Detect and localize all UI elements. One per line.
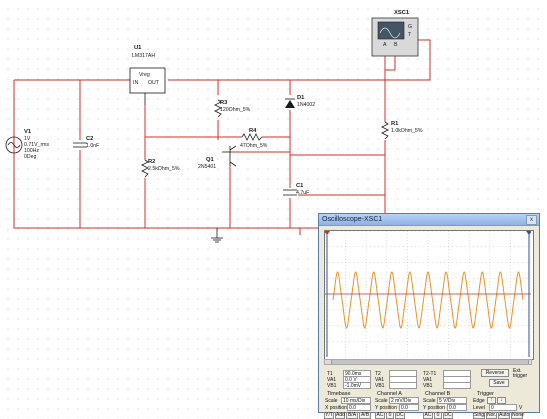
trigger-level-label: Level <box>473 405 485 411</box>
scrollbar-thumb[interactable] <box>331 360 529 364</box>
t2t1-valb-label: VB1 <box>423 383 432 389</box>
u1-ref: U1 <box>134 45 142 51</box>
r2-value: 2.5kOhm_5% <box>148 166 180 172</box>
capacitor-c2[interactable]: C2 1.0nF <box>72 136 99 150</box>
save-button[interactable]: Save <box>489 379 509 387</box>
timebase-scale-field[interactable]: 10 ms/Div <box>341 397 371 404</box>
timebase-scale-label: Scale <box>325 398 338 404</box>
channel-b-scale-field[interactable]: 5 V/Div <box>437 397 467 404</box>
channel-a-scale-label: Scale <box>375 398 388 404</box>
xsc1-pin-b: B <box>394 42 398 48</box>
reverse-button[interactable]: Reverse <box>481 369 509 377</box>
ground-symbol <box>211 228 223 242</box>
d1-ref: D1 <box>297 95 305 101</box>
xsc1-pin-a: A <box>383 42 387 48</box>
u1-pin-out: OUT <box>148 80 160 86</box>
t2t1-valb <box>443 382 471 389</box>
t1-valb: -1.0mV <box>343 382 371 389</box>
scope-horizontal-scrollbar[interactable] <box>324 359 532 365</box>
channel-b-scale-label: Scale <box>423 398 436 404</box>
trigger-edge-rising-button[interactable]: ↑ <box>487 397 496 404</box>
close-button[interactable]: x <box>526 215 537 225</box>
trigger-edge-label: Edge <box>473 398 485 404</box>
xsc1-ref: XSC1 <box>394 10 410 16</box>
v1-ref: V1 <box>24 129 32 135</box>
timebase-xpos-field[interactable]: 0.0 <box>347 404 371 411</box>
v1-line-3: 0Deg <box>24 154 37 160</box>
trigger-edge-falling-button[interactable]: ↓ <box>497 397 506 404</box>
c2-ref: C2 <box>86 136 93 142</box>
ac-source-v1[interactable]: V1 1V 0.71V_rms 100Hz 0Deg <box>6 129 49 160</box>
trigger-level-field[interactable]: 0 <box>489 404 517 411</box>
oscilloscope-window[interactable]: Oscilloscope-XSC1 x T1 VA1 VB1 90.0ms 0.… <box>318 213 540 413</box>
c2-value: 1.0nF <box>86 143 99 149</box>
u1-pin-in: IN <box>133 80 138 86</box>
q1-ref: Q1 <box>206 157 215 163</box>
oscilloscope-instrument-xsc1[interactable]: XSC1 G T A B <box>372 10 418 56</box>
channel-a-ypos-label: Y position <box>375 405 397 411</box>
r4-ref: R4 <box>249 128 257 134</box>
oscilloscope-titlebar[interactable]: Oscilloscope-XSC1 <box>319 214 539 226</box>
capacitor-c1[interactable]: C1 4.7uF <box>282 183 309 198</box>
r4-value: 47Ohm_5% <box>240 143 268 149</box>
c1-value: 4.7uF <box>296 190 309 196</box>
oscilloscope-title: Oscilloscope-XSC1 <box>322 216 382 223</box>
ext-trigger-label: Ext. trigger <box>513 369 533 379</box>
resistor-r1[interactable]: R1 1.0kOhm_5% <box>382 121 423 140</box>
scope-display[interactable] <box>324 230 534 360</box>
channel-b-ypos-label: Y position <box>423 405 445 411</box>
r1-value: 1.0kOhm_5% <box>391 128 423 134</box>
channel-a-ypos-field[interactable]: 0.0 <box>399 404 419 411</box>
t2-valb <box>389 382 417 389</box>
regulator-u1[interactable]: U1 LM317AH Vreg IN OUT <box>130 45 165 105</box>
resistor-r4[interactable]: R4 47Ohm_5% <box>240 128 268 149</box>
u1-pin-vreg: Vreg <box>139 72 150 78</box>
wires <box>14 40 430 235</box>
xsc1-pin-g: G <box>408 24 412 30</box>
c1-ref: C1 <box>296 183 304 189</box>
diode-d1[interactable]: D1 1N4002 <box>285 95 315 108</box>
r1-ref: R1 <box>391 121 399 127</box>
u1-part: LM317AH <box>132 53 155 59</box>
r2-ref: R2 <box>148 159 155 165</box>
t2-valb-label: VB1 <box>375 383 384 389</box>
timebase-xpos-label: X position <box>325 405 347 411</box>
r3-ref: R3 <box>220 100 228 106</box>
resistor-r3[interactable]: R3 120Ohm_5% <box>215 100 251 118</box>
scope-plot <box>325 231 531 357</box>
q1-value: 2N5401 <box>198 164 216 170</box>
resistor-r2[interactable]: R2 2.5kOhm_5% <box>142 159 180 178</box>
channel-b-ypos-field[interactable]: 0.0 <box>447 404 467 411</box>
channel-a-scale-field[interactable]: 2 mV/Div <box>389 397 419 404</box>
trigger-level-unit: V <box>519 405 522 411</box>
d1-value: 1N4002 <box>297 102 315 108</box>
r3-value: 120Ohm_5% <box>220 107 251 113</box>
valb-label: VB1 <box>327 383 336 389</box>
